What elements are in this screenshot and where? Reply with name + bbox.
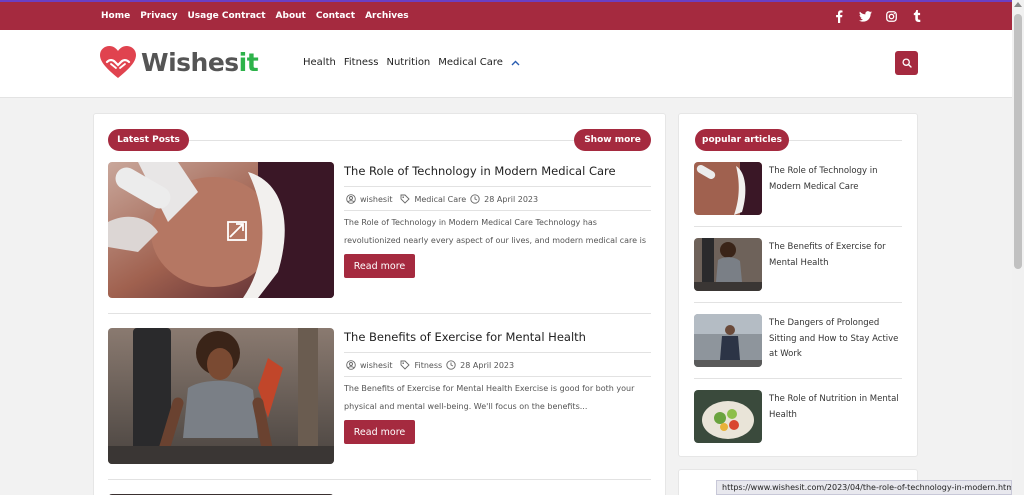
logo-text: Wishesit — [141, 47, 259, 77]
post-category[interactable]: Medical Care — [414, 195, 466, 204]
site-header: Wishesit Health Fitness Nutrition Medica… — [0, 30, 1012, 98]
list-divider — [694, 378, 902, 379]
list-divider — [694, 302, 902, 303]
post-divider — [344, 352, 651, 353]
post-divider — [344, 210, 651, 211]
nav-medical-care[interactable]: Medical Care — [438, 57, 503, 68]
post-author[interactable]: wishesit — [360, 361, 392, 370]
post-author[interactable]: wishesit — [360, 195, 392, 204]
latest-posts-label: Latest Posts — [108, 129, 189, 151]
nav-fitness[interactable]: Fitness — [344, 57, 379, 68]
post-image-fitness — [108, 328, 334, 464]
popular-articles-section: popular articles The Role of Technology … — [678, 113, 918, 457]
popular-thumbnail[interactable] — [694, 162, 762, 215]
post-meta: wishesit Fitness 28 April 2023 — [346, 360, 514, 370]
top-nav: Home Privacy Usage Contract About Contac… — [101, 2, 409, 30]
post-title[interactable]: The Role of Technology in Modern Medical… — [344, 164, 616, 178]
post-category[interactable]: Fitness — [414, 361, 442, 370]
top-bar: Home Privacy Usage Contract About Contac… — [0, 0, 1012, 30]
show-more-button[interactable]: Show more — [574, 129, 651, 151]
post-divider — [344, 186, 651, 187]
tag-icon — [401, 360, 411, 370]
top-nav-archives[interactable]: Archives — [365, 11, 409, 21]
top-nav-contact[interactable]: Contact — [316, 11, 355, 21]
latest-posts-section: Latest Posts Show more The Role of Techn… — [93, 113, 666, 495]
post-separator — [108, 313, 651, 314]
post-thumbnail[interactable] — [108, 162, 334, 298]
section-divider — [789, 140, 902, 141]
facebook-icon[interactable] — [832, 6, 846, 26]
popular-article-title[interactable]: The Benefits of Exercise for Mental Heal… — [769, 240, 909, 271]
heart-logo-icon — [100, 46, 136, 78]
popular-thumbnail[interactable] — [694, 238, 762, 291]
twitter-icon[interactable] — [858, 6, 872, 26]
nav-health[interactable]: Health — [303, 57, 336, 68]
post-excerpt: The Benefits of Exercise for Mental Heal… — [344, 384, 635, 411]
popular-article-title[interactable]: The Dangers of Prolonged Sitting and How… — [769, 316, 909, 363]
clock-icon — [470, 194, 480, 204]
instagram-icon[interactable] — [884, 6, 898, 26]
user-icon — [346, 194, 356, 204]
site-logo[interactable]: Wishesit — [99, 45, 259, 79]
post-separator — [108, 479, 651, 480]
popular-thumbnail[interactable] — [694, 314, 762, 367]
top-nav-about[interactable]: About — [276, 11, 306, 21]
scroll-up-arrow-icon[interactable] — [1014, 2, 1022, 7]
page-scrollbar[interactable] — [1012, 0, 1024, 495]
read-more-button[interactable]: Read more — [344, 254, 415, 278]
tumblr-icon[interactable] — [910, 6, 924, 26]
search-icon — [901, 58, 912, 68]
popular-article-title[interactable]: The Role of Technology in Modern Medical… — [769, 164, 909, 195]
popular-articles-label: popular articles — [695, 129, 789, 151]
read-more-button[interactable]: Read more — [344, 420, 415, 444]
section-divider — [189, 140, 574, 141]
post-divider — [344, 376, 651, 377]
top-nav-home[interactable]: Home — [101, 11, 130, 21]
post-title[interactable]: The Benefits of Exercise for Mental Heal… — [344, 330, 586, 344]
main-nav: Health Fitness Nutrition Medical Care — [303, 57, 520, 68]
social-links — [832, 6, 924, 26]
top-nav-usage-contract[interactable]: Usage Contract — [187, 11, 265, 21]
popular-thumbnail[interactable] — [694, 390, 762, 443]
scrollbar-thumb[interactable] — [1014, 14, 1022, 269]
post-date: 28 April 2023 — [484, 194, 539, 204]
clock-icon — [446, 360, 456, 370]
status-bar-url: https://www.wishesit.com/2023/04/the-rol… — [716, 480, 1012, 495]
list-divider — [694, 226, 902, 227]
top-nav-privacy[interactable]: Privacy — [140, 11, 177, 21]
post-date: 28 April 2023 — [460, 360, 515, 370]
user-icon — [346, 360, 356, 370]
post-image-medical — [108, 162, 334, 298]
tag-icon — [401, 194, 411, 204]
nav-nutrition[interactable]: Nutrition — [386, 57, 430, 68]
search-button[interactable] — [895, 51, 918, 75]
chevron-up-icon[interactable] — [511, 60, 520, 66]
post-thumbnail[interactable] — [108, 328, 334, 464]
post-meta: wishesit Medical Care 28 April 2023 — [346, 194, 538, 204]
popular-article-title[interactable]: The Role of Nutrition in Mental Health — [769, 392, 909, 423]
